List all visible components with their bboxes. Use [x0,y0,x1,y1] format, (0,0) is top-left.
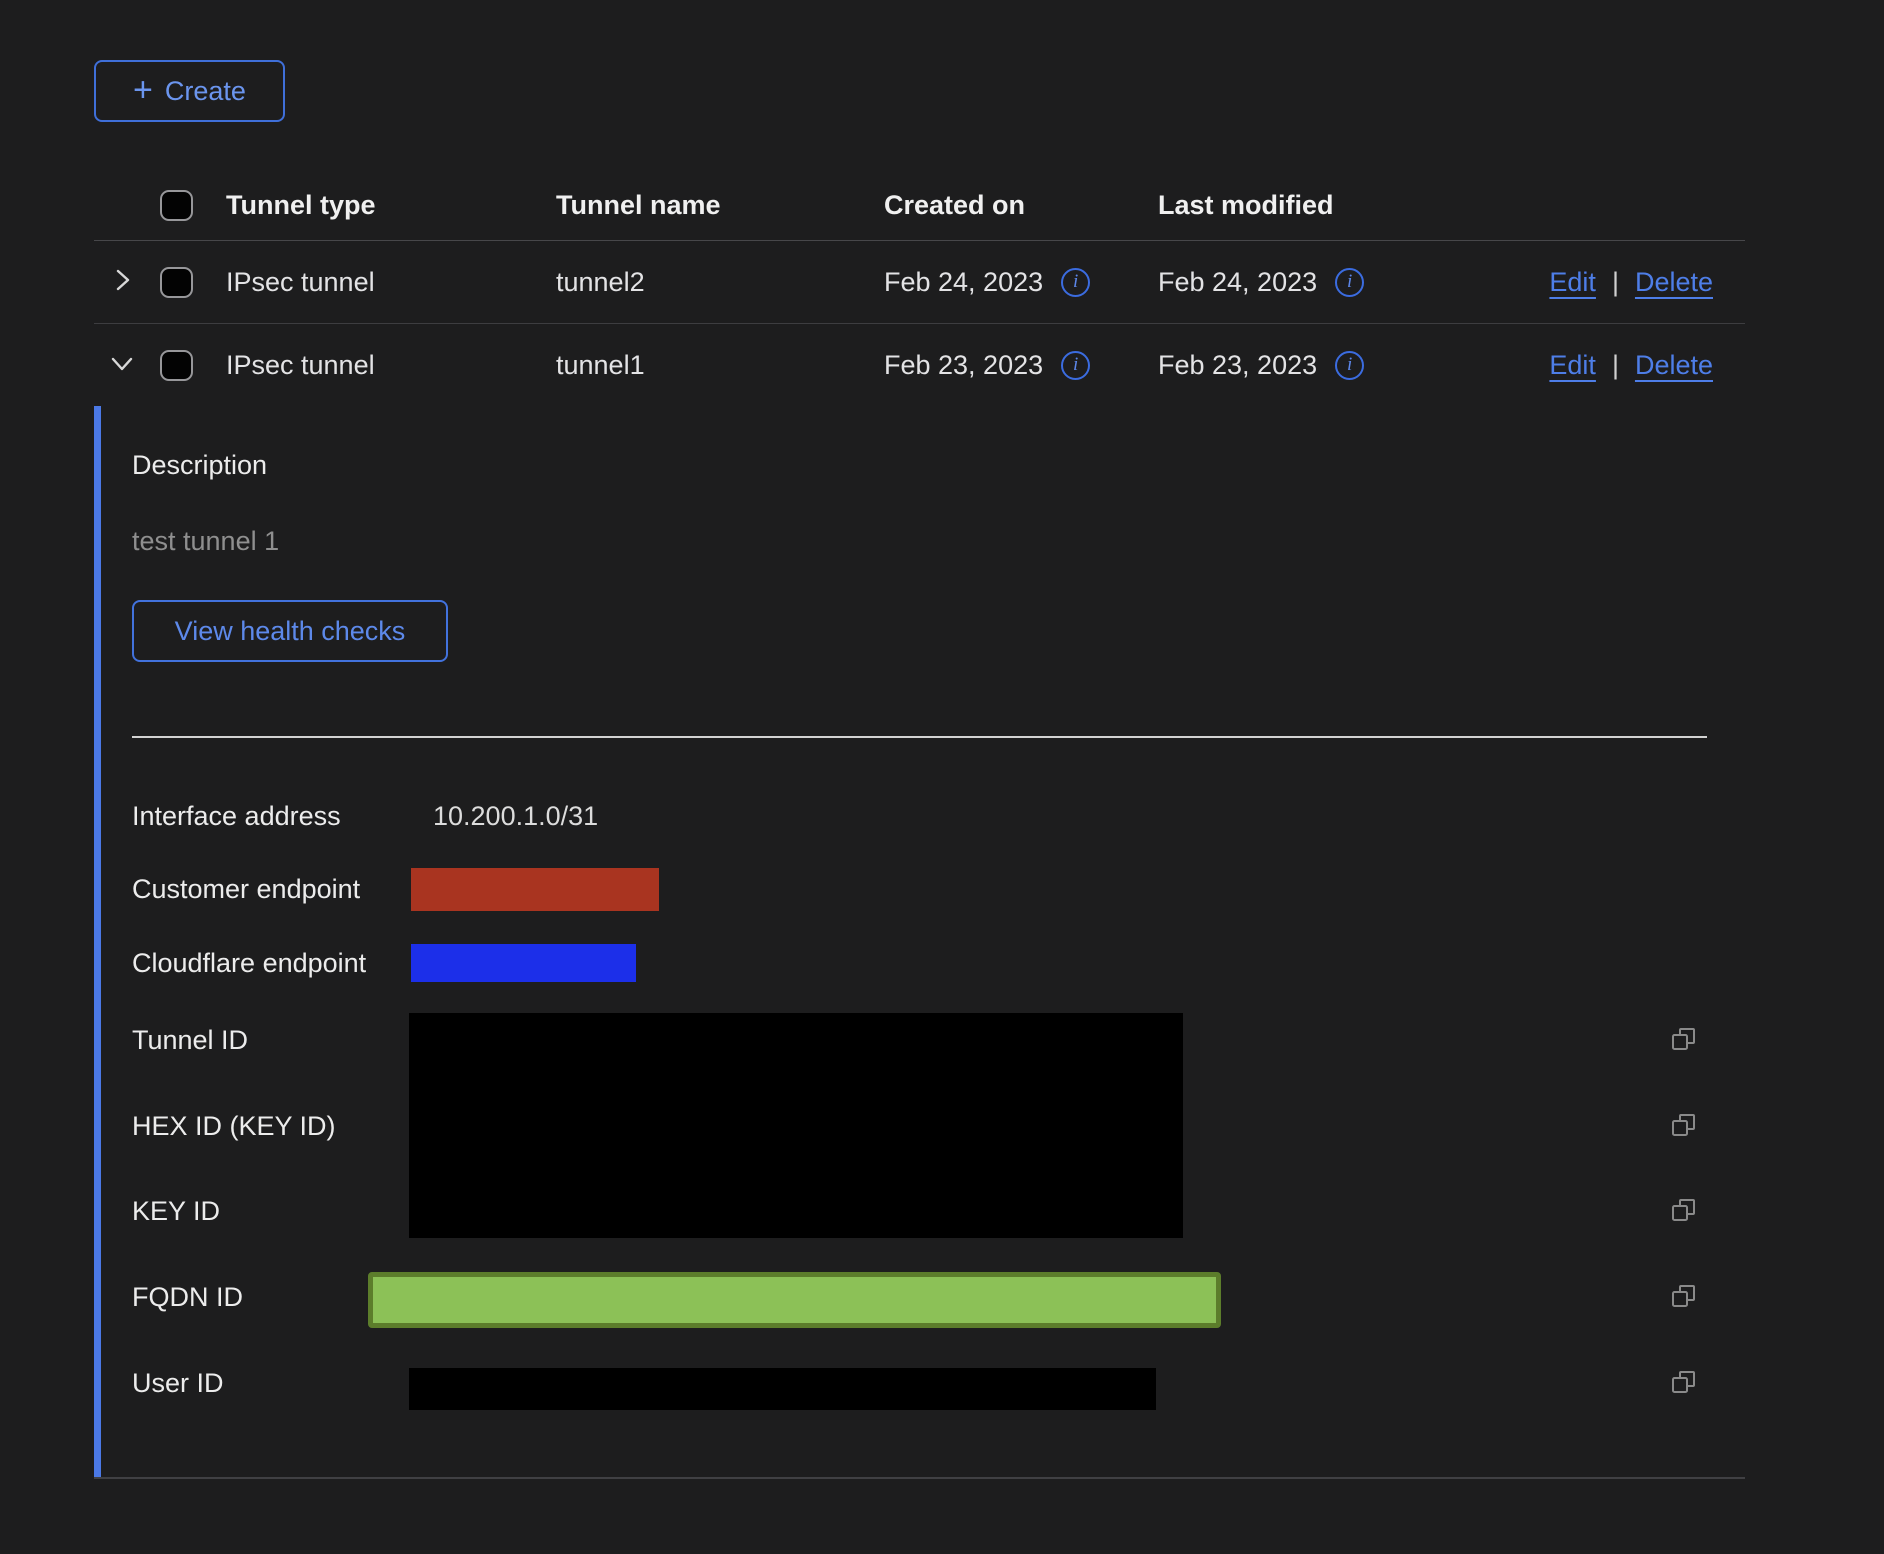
ids-redacted-block [409,1013,1183,1238]
description-value: test tunnel 1 [132,524,279,558]
table-row: IPsec tunnel tunnel2 Feb 24, 2023 i Feb … [94,241,1745,324]
chevron-down-icon [109,350,135,381]
actions-separator: | [1612,350,1619,381]
copy-icon[interactable] [1668,1110,1700,1142]
panel-bottom-divider [94,1477,1745,1479]
customer-endpoint-redacted-value [411,868,659,911]
delete-link[interactable]: Delete [1635,267,1713,298]
description-label: Description [132,448,267,482]
tunnel-type-cell: IPsec tunnel [226,350,556,381]
tunnels-table: Tunnel type Tunnel name Created on Last … [94,170,1745,406]
info-icon[interactable]: i [1335,351,1364,380]
create-button-label: Create [165,76,246,107]
select-all-checkbox[interactable] [160,190,193,221]
fqdn-id-redacted-value [368,1272,1221,1328]
edit-link[interactable]: Edit [1549,267,1596,298]
created-on-cell: Feb 24, 2023 [884,267,1043,298]
collapse-row-button[interactable] [94,350,150,381]
delete-link[interactable]: Delete [1635,350,1713,381]
header-last-modified: Last modified [1158,190,1432,221]
info-icon[interactable]: i [1061,351,1090,380]
user-id-redacted-value [409,1368,1156,1410]
table-row: IPsec tunnel tunnel1 Feb 23, 2023 i Feb … [94,324,1745,406]
table-header-row: Tunnel type Tunnel name Created on Last … [94,170,1745,241]
copy-icon[interactable] [1668,1195,1700,1227]
actions-separator: | [1612,267,1619,298]
copy-icon[interactable] [1668,1367,1700,1399]
last-modified-cell: Feb 23, 2023 [1158,350,1317,381]
header-tunnel-name: Tunnel name [556,190,884,221]
tunnel-name-cell: tunnel1 [556,350,884,381]
user-id-label: User ID [132,1366,224,1400]
tunnel-detail-panel: Description test tunnel 1 View health ch… [94,406,1745,1479]
customer-endpoint-label: Customer endpoint [132,872,360,906]
copy-icon[interactable] [1668,1281,1700,1313]
fqdn-id-label: FQDN ID [132,1280,243,1314]
chevron-right-icon [109,267,135,298]
tunnels-page: + Create Tunnel type Tunnel name Created… [0,0,1884,1554]
cloudflare-endpoint-label: Cloudflare endpoint [132,946,366,980]
edit-link[interactable]: Edit [1549,350,1596,381]
section-divider [132,736,1707,738]
tunnel-name-cell: tunnel2 [556,267,884,298]
tunnel-type-cell: IPsec tunnel [226,267,556,298]
plus-icon: + [133,73,153,107]
interface-address-label: Interface address [132,799,341,833]
row-checkbox[interactable] [160,267,193,298]
panel-accent-bar [94,406,101,1477]
last-modified-cell: Feb 24, 2023 [1158,267,1317,298]
copy-icon[interactable] [1668,1024,1700,1056]
row-checkbox[interactable] [160,350,193,381]
cloudflare-endpoint-redacted-value [411,944,636,982]
create-button[interactable]: + Create [94,60,285,122]
header-tunnel-type: Tunnel type [226,190,556,221]
created-on-cell: Feb 23, 2023 [884,350,1043,381]
view-health-checks-button[interactable]: View health checks [132,600,448,662]
header-created-on: Created on [884,190,1158,221]
info-icon[interactable]: i [1061,268,1090,297]
interface-address-value: 10.200.1.0/31 [433,799,598,833]
tunnel-id-label: Tunnel ID [132,1023,248,1057]
hex-id-label: HEX ID (KEY ID) [132,1109,336,1143]
expand-row-button[interactable] [94,267,150,298]
key-id-label: KEY ID [132,1194,220,1228]
info-icon[interactable]: i [1335,268,1364,297]
